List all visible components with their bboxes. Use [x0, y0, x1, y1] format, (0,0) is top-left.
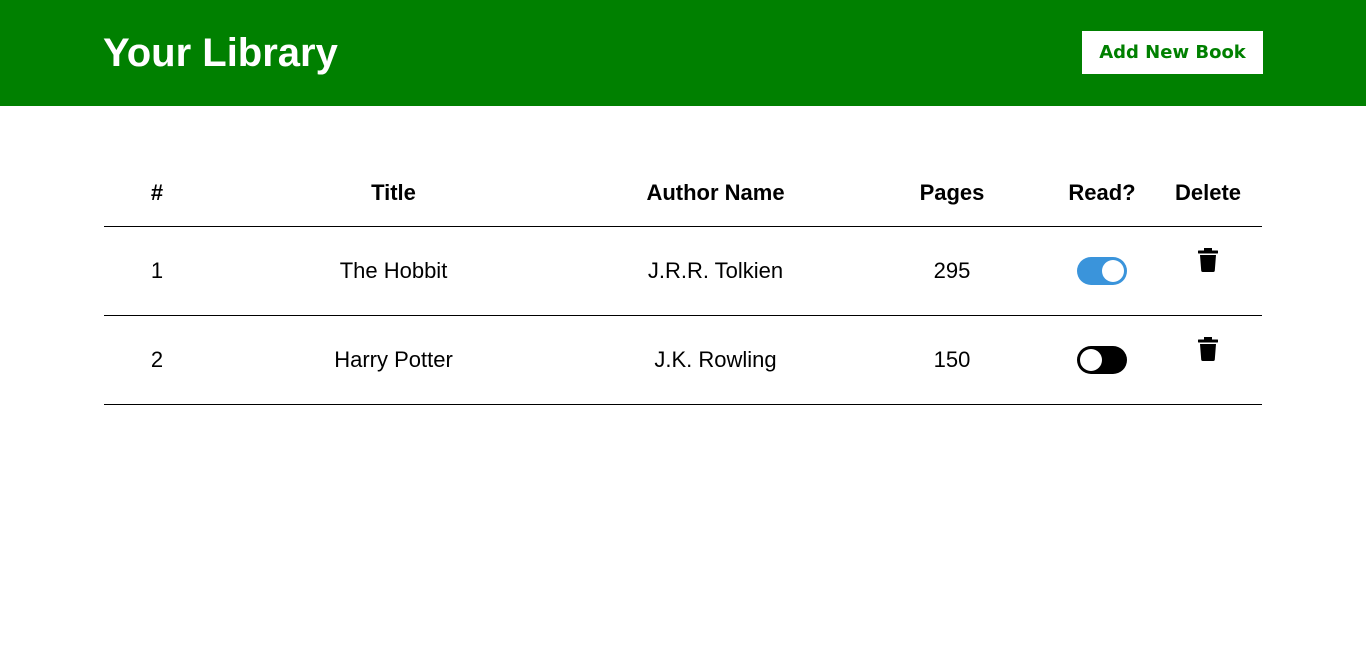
column-header-title: Title [210, 160, 577, 227]
book-title: The Hobbit [210, 226, 577, 316]
table-header-row: # Title Author Name Pages Read? Delete [104, 160, 1262, 227]
page-title: Your Library [103, 31, 338, 75]
table-row: 2 Harry Potter J.K. Rowling 150 [104, 315, 1262, 405]
column-header-read: Read? [1050, 160, 1154, 227]
read-cell [1050, 226, 1154, 316]
column-header-number: # [104, 160, 210, 227]
column-header-author: Author Name [577, 160, 854, 227]
trash-icon[interactable] [1198, 337, 1218, 367]
trash-icon[interactable] [1198, 248, 1218, 278]
table-row: 1 The Hobbit J.R.R. Tolkien 295 [104, 226, 1262, 316]
read-cell [1050, 315, 1154, 405]
books-table: # Title Author Name Pages Read? Delete 1… [104, 160, 1262, 405]
row-number: 1 [104, 226, 210, 316]
add-new-book-button[interactable]: Add New Book [1082, 31, 1263, 74]
row-number: 2 [104, 315, 210, 405]
book-author: J.K. Rowling [577, 315, 854, 405]
toggle-knob [1080, 349, 1102, 372]
column-header-delete: Delete [1154, 160, 1262, 227]
delete-cell [1154, 226, 1262, 316]
toggle-knob [1102, 260, 1124, 283]
read-toggle[interactable] [1077, 257, 1127, 286]
book-title: Harry Potter [210, 315, 577, 405]
column-header-pages: Pages [854, 160, 1050, 227]
read-toggle[interactable] [1077, 346, 1127, 375]
book-pages: 295 [854, 226, 1050, 316]
header-bar: Your Library Add New Book [0, 0, 1366, 106]
book-pages: 150 [854, 315, 1050, 405]
book-author: J.R.R. Tolkien [577, 226, 854, 316]
delete-cell [1154, 315, 1262, 405]
